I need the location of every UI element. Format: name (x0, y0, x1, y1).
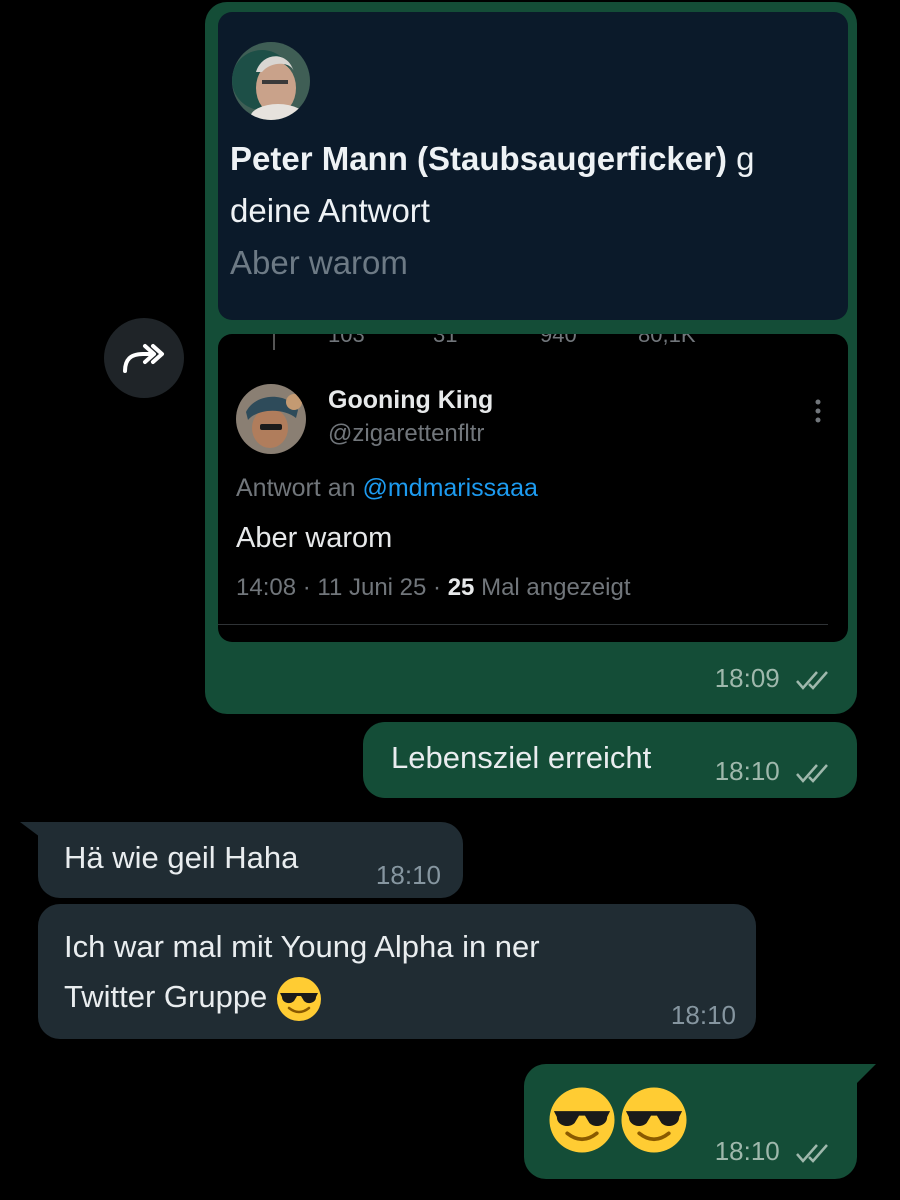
message-text: Ich war mal mit Young Alpha in ner Twitt… (64, 922, 540, 1022)
notification-screenshot: Peter Mann (Staubsaugerficker) g deine A… (218, 12, 848, 320)
avatar (236, 384, 306, 454)
tweet-screenshot: 103 31 940 80,1K Gooning King @zigarette… (218, 334, 848, 642)
repost-count: 31 (433, 334, 457, 346)
tweet-meta: 14:08 · 11 Juni 25 · 25 Mal angezeigt (236, 574, 631, 601)
message-text: Lebensziel erreicht (391, 740, 652, 775)
forward-icon (123, 344, 164, 373)
notification-title: Peter Mann (Staubsaugerficker) g (230, 140, 755, 177)
read-receipt-icon (796, 764, 828, 784)
emoji-message (548, 1086, 688, 1154)
view-count: 80,1K (638, 334, 696, 346)
smiling-face-with-sunglasses-icon (276, 976, 321, 1021)
message-timestamp: 18:09 (715, 663, 833, 694)
display-name: Gooning King (328, 386, 494, 414)
message-timestamp: 18:10 (670, 1000, 736, 1030)
message-bubble-outgoing[interactable]: Lebensziel erreicht 18:10 (363, 722, 857, 798)
message-bubble-incoming[interactable]: Hä wie geil Haha 18:10 (38, 822, 463, 898)
read-receipt-icon (796, 1144, 828, 1164)
avatar (232, 42, 310, 120)
shared-image-message[interactable]: Peter Mann (Staubsaugerficker) g deine A… (205, 2, 857, 714)
message-timestamp: 18:10 (715, 756, 833, 787)
smiling-face-with-sunglasses-icon (621, 1087, 687, 1153)
reply-context: Antwort an @mdmarissaaa (236, 474, 538, 502)
message-bubble-outgoing[interactable]: 18:10 (524, 1064, 857, 1179)
more-options-icon (814, 398, 822, 429)
thread-line (273, 334, 275, 350)
reply-mention: @mdmarissaaa (362, 474, 538, 502)
like-count: 940 (540, 334, 577, 346)
user-handle: @zigarettenfltr (328, 420, 485, 447)
notification-line: deine Antwort (230, 192, 430, 229)
tweet-text: Aber warom (236, 522, 393, 554)
message-bubble-incoming[interactable]: Ich war mal mit Young Alpha in ner Twitt… (38, 904, 756, 1039)
message-timestamp: 18:10 (715, 1136, 833, 1167)
notification-preview: Aber warom (230, 244, 408, 281)
reply-count: 103 (328, 334, 365, 346)
forward-button[interactable] (104, 318, 184, 398)
read-receipt-icon (796, 671, 828, 691)
message-timestamp: 18:10 (375, 860, 441, 890)
message-text: Hä wie geil Haha (64, 840, 299, 875)
tweet-stats-strip: 103 31 940 80,1K (218, 334, 848, 347)
divider (218, 624, 828, 625)
smiling-face-with-sunglasses-icon (549, 1087, 615, 1153)
